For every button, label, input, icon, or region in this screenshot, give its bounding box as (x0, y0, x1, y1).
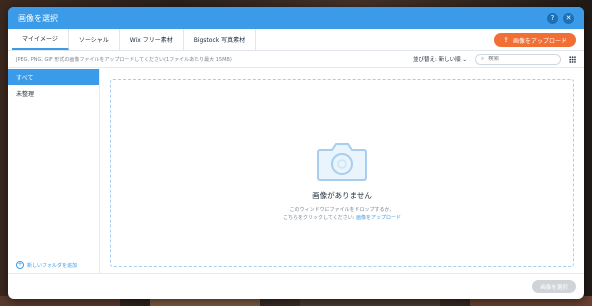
help-icon[interactable]: ? (547, 12, 558, 24)
upload-icon: ⇪ (503, 36, 509, 44)
sort-dropdown[interactable]: 並び替え: 新しい順 ⌄ (413, 55, 467, 63)
empty-state-line1: このウィンドウにファイルをドロップするか、 (289, 207, 395, 213)
empty-state-text: このウィンドウにファイルをドロップするか、 こちらをクリックしてください: 画像… (283, 206, 401, 222)
media-area: 画像がありません このウィンドウにファイルをドロップするか、 こちらをクリックし… (100, 69, 584, 273)
tab-social[interactable]: ソーシャル (69, 29, 120, 50)
search-icon: ⌕ (481, 55, 485, 62)
sidebar-item-unsorted[interactable]: 未整理 (8, 85, 99, 101)
upload-link[interactable]: 画像をアップロード (356, 215, 401, 221)
close-icon[interactable]: ✕ (563, 12, 574, 24)
dialog-header: 画像を選択 ? ✕ (8, 7, 584, 29)
upload-button-label: 画像をアップロード (512, 37, 567, 45)
sort-label: 並び替え: 新しい順 (413, 57, 461, 63)
info-bar: JPEG, PNG, GIF 形式の画像ファイルをアップロードしてください(1フ… (8, 51, 584, 68)
upload-info-text: JPEG, PNG, GIF 形式の画像ファイルをアップロードしてください(1フ… (16, 56, 232, 63)
empty-state-line2: こちらをクリックしてください: (283, 215, 356, 221)
grid-view-icon[interactable] (569, 55, 576, 63)
sidebar-item-all[interactable]: すべて (8, 69, 99, 85)
dialog-title: 画像を選択 (18, 13, 58, 23)
dialog-footer: 画像を選択 (8, 273, 584, 299)
dialog-body: すべて 未整理 + 新しいフォルダを追加 画像がありません このウィンドウにファ… (8, 69, 584, 273)
tab-bar: マイイメージ ソーシャル Wix フリー素材 Bigstock 写真素材 ⇪ 画… (8, 29, 584, 51)
new-folder-button[interactable]: + 新しいフォルダを追加 (16, 261, 77, 269)
new-folder-label: 新しいフォルダを追加 (27, 262, 78, 269)
camera-icon (317, 143, 367, 181)
chevron-down-icon: ⌄ (462, 57, 467, 63)
search-input[interactable] (488, 56, 549, 62)
plus-icon: + (16, 261, 24, 269)
image-picker-dialog: 画像を選択 ? ✕ マイイメージ ソーシャル Wix フリー素材 Bigstoc… (8, 7, 584, 299)
tab-my-images[interactable]: マイイメージ (12, 29, 69, 50)
folder-sidebar: すべて 未整理 + 新しいフォルダを追加 (8, 69, 100, 273)
tab-wix-free[interactable]: Wix フリー素材 (120, 29, 184, 50)
search-box[interactable]: ⌕ (475, 53, 561, 65)
tab-bigstock[interactable]: Bigstock 写真素材 (184, 29, 257, 50)
empty-state-title: 画像がありません (312, 191, 372, 200)
upload-button[interactable]: ⇪ 画像をアップロード (494, 33, 576, 47)
select-image-button[interactable]: 画像を選択 (532, 280, 576, 293)
drop-zone[interactable]: 画像がありません このウィンドウにファイルをドロップするか、 こちらをクリックし… (110, 79, 574, 267)
